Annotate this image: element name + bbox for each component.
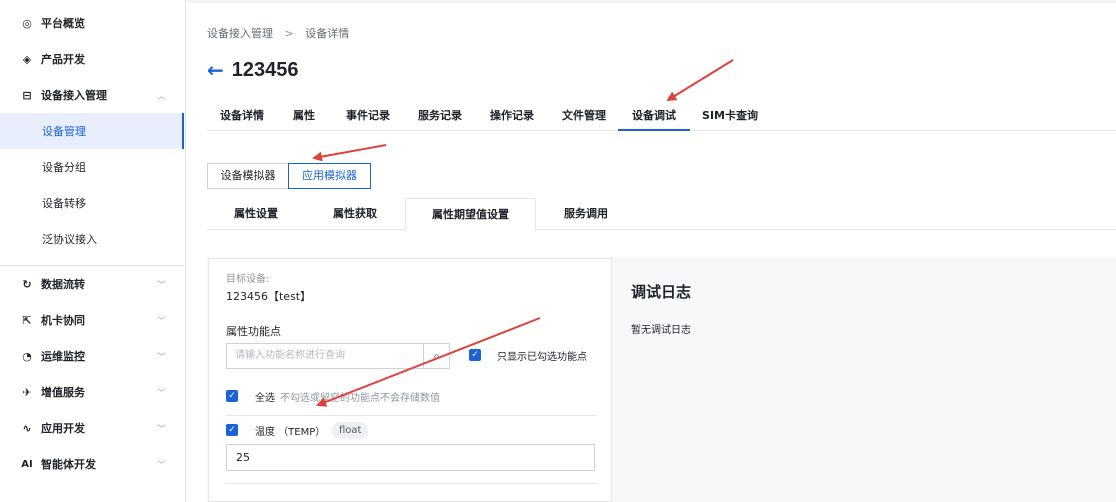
sidebar-subitem-device-group[interactable]: 设备分组: [0, 149, 184, 185]
tab-device-detail[interactable]: 设备详情: [207, 100, 277, 131]
show-checked-checkbox[interactable]: ✓: [469, 349, 481, 361]
sidebar-subitem-device-management[interactable]: 设备管理: [0, 113, 184, 149]
chevron-down-icon: ﹀: [156, 280, 166, 291]
chevron-down-icon: ﹀: [156, 460, 166, 471]
chevron-down-icon: ﹀: [156, 388, 166, 399]
sidebar-item-device-access[interactable]: ⊟ 设备接入管理 ︿: [0, 77, 184, 113]
tab-sim-query[interactable]: SIM卡查询: [697, 100, 763, 131]
sidebar-item-label: 设备接入管理: [41, 89, 107, 102]
feature-point-label: 属性功能点: [226, 325, 281, 338]
sidebar-item-product[interactable]: ◈ 产品开发: [0, 41, 184, 77]
sidebar-item-monitor[interactable]: ◔ 运维监控 ﹀: [0, 338, 184, 374]
back-arrow-icon[interactable]: ←: [207, 58, 224, 82]
sidebar-item-label: 应用开发: [41, 422, 85, 435]
tab-service-records[interactable]: 服务记录: [405, 100, 475, 131]
chevron-down-icon: ﹀: [156, 352, 166, 363]
sidebar-item-ai-dev[interactable]: AI 智能体开发 ﹀: [0, 446, 184, 482]
property-type-badge: float: [332, 422, 369, 439]
target-device-label: 目标设备:: [226, 274, 270, 285]
overview-icon: ◎: [22, 16, 32, 30]
tab-device-debug[interactable]: 设备调试: [618, 100, 690, 131]
sidebar-item-label: 数据流转: [41, 278, 85, 291]
device-simulator-button[interactable]: 设备模拟器: [207, 163, 289, 189]
sidebar-subitem-label: 设备分组: [42, 161, 86, 174]
sidebar-item-overview[interactable]: ◎ 平台概览: [0, 5, 184, 41]
breadcrumb-parent[interactable]: 设备接入管理: [207, 27, 273, 40]
select-all-checkbox[interactable]: ✓: [226, 390, 238, 402]
sidebar: ◎ 平台概览 ◈ 产品开发 ⊟ 设备接入管理 ︿ 设备管理 设备分组 设备转移 …: [0, 0, 186, 502]
property-label: 温度 （TEMP）: [255, 427, 326, 438]
debug-log-empty-text: 暂无调试日志: [631, 325, 691, 336]
detail-tabs: 设备详情 属性 事件记录 服务记录 操作记录 文件管理 设备调试 SIM卡查询: [207, 100, 1116, 131]
breadcrumb: 设备接入管理 > 设备详情: [207, 25, 349, 41]
search-icon[interactable]: ⌕: [424, 343, 450, 369]
sidebar-item-label: 智能体开发: [41, 458, 96, 471]
sim-collab-icon: ⇱: [22, 313, 32, 327]
annotation-arrow-debug-tab: [666, 59, 734, 102]
chevron-down-icon: ﹀: [156, 424, 166, 435]
sidebar-subitem-label: 泛协议接入: [42, 233, 97, 246]
sidebar-item-label: 增值服务: [41, 386, 85, 399]
tab-operation-records[interactable]: 操作记录: [477, 100, 547, 131]
sidebar-item-app-dev[interactable]: ∿ 应用开发 ﹀: [0, 410, 184, 446]
subtab-service-call[interactable]: 服务调用: [536, 198, 636, 230]
sidebar-subitem-label: 设备转移: [42, 197, 86, 210]
sidebar-subitem-label: 设备管理: [42, 125, 86, 138]
feature-search-input[interactable]: 请输入功能名称进行查询: [226, 343, 424, 369]
tab-properties[interactable]: 属性: [279, 100, 329, 131]
form-divider: [226, 415, 596, 416]
simulator-subtabs: 属性设置 属性获取 属性期望值设置 服务调用: [207, 198, 1116, 231]
breadcrumb-current: 设备详情: [305, 27, 350, 40]
subtab-property-set[interactable]: 属性设置: [207, 198, 305, 230]
top-bar-edge: [186, 0, 1116, 3]
chevron-up-icon: ︿: [156, 91, 166, 102]
device-access-icon: ⊟: [22, 88, 32, 102]
sidebar-item-sim-collab[interactable]: ⇱ 机卡协同 ﹀: [0, 302, 184, 338]
app-dev-icon: ∿: [22, 421, 32, 435]
sidebar-subitem-generic-protocol[interactable]: 泛协议接入: [0, 221, 184, 257]
chevron-down-icon: ﹀: [156, 316, 166, 327]
ai-icon: AI: [21, 458, 33, 470]
monitor-icon: ◔: [22, 349, 32, 363]
sidebar-item-value-added[interactable]: ✈ 增值服务 ﹀: [0, 374, 184, 410]
tab-event-records[interactable]: 事件记录: [333, 100, 403, 131]
sidebar-item-label: 机卡协同: [41, 314, 85, 327]
debug-log-title: 调试日志: [631, 283, 692, 301]
annotation-arrow-app-simulator: [312, 144, 387, 162]
sidebar-item-label: 平台概览: [41, 17, 85, 30]
target-device-value: 123456【test】: [226, 290, 312, 303]
value-added-icon: ✈: [22, 385, 32, 399]
show-checked-label: 只显示已勾选功能点: [497, 352, 587, 363]
property-checkbox[interactable]: ✓: [226, 424, 238, 436]
product-icon: ◈: [22, 52, 32, 66]
page-title: 123456: [231, 58, 299, 81]
sidebar-item-label: 运维监控: [41, 350, 85, 363]
tab-file-management[interactable]: 文件管理: [549, 100, 619, 131]
breadcrumb-separator: >: [284, 27, 294, 40]
subtab-property-desired[interactable]: 属性期望值设置: [405, 198, 536, 231]
subtab-property-get[interactable]: 属性获取: [305, 198, 405, 230]
form-divider: [226, 483, 596, 484]
property-value-input[interactable]: 25: [226, 444, 595, 471]
data-flow-icon: ↻: [22, 277, 32, 291]
page-header: ← 123456: [207, 58, 299, 82]
sidebar-item-data-flow[interactable]: ↻ 数据流转 ﹀: [0, 266, 184, 302]
app-simulator-button[interactable]: 应用模拟器: [288, 163, 371, 189]
sidebar-item-label: 产品开发: [41, 53, 85, 66]
sidebar-subitem-device-transfer[interactable]: 设备转移: [0, 185, 184, 221]
select-all-hint: 不勾选或留空的功能点不会存储数值: [280, 393, 440, 404]
select-all-label: 全选: [255, 393, 275, 404]
